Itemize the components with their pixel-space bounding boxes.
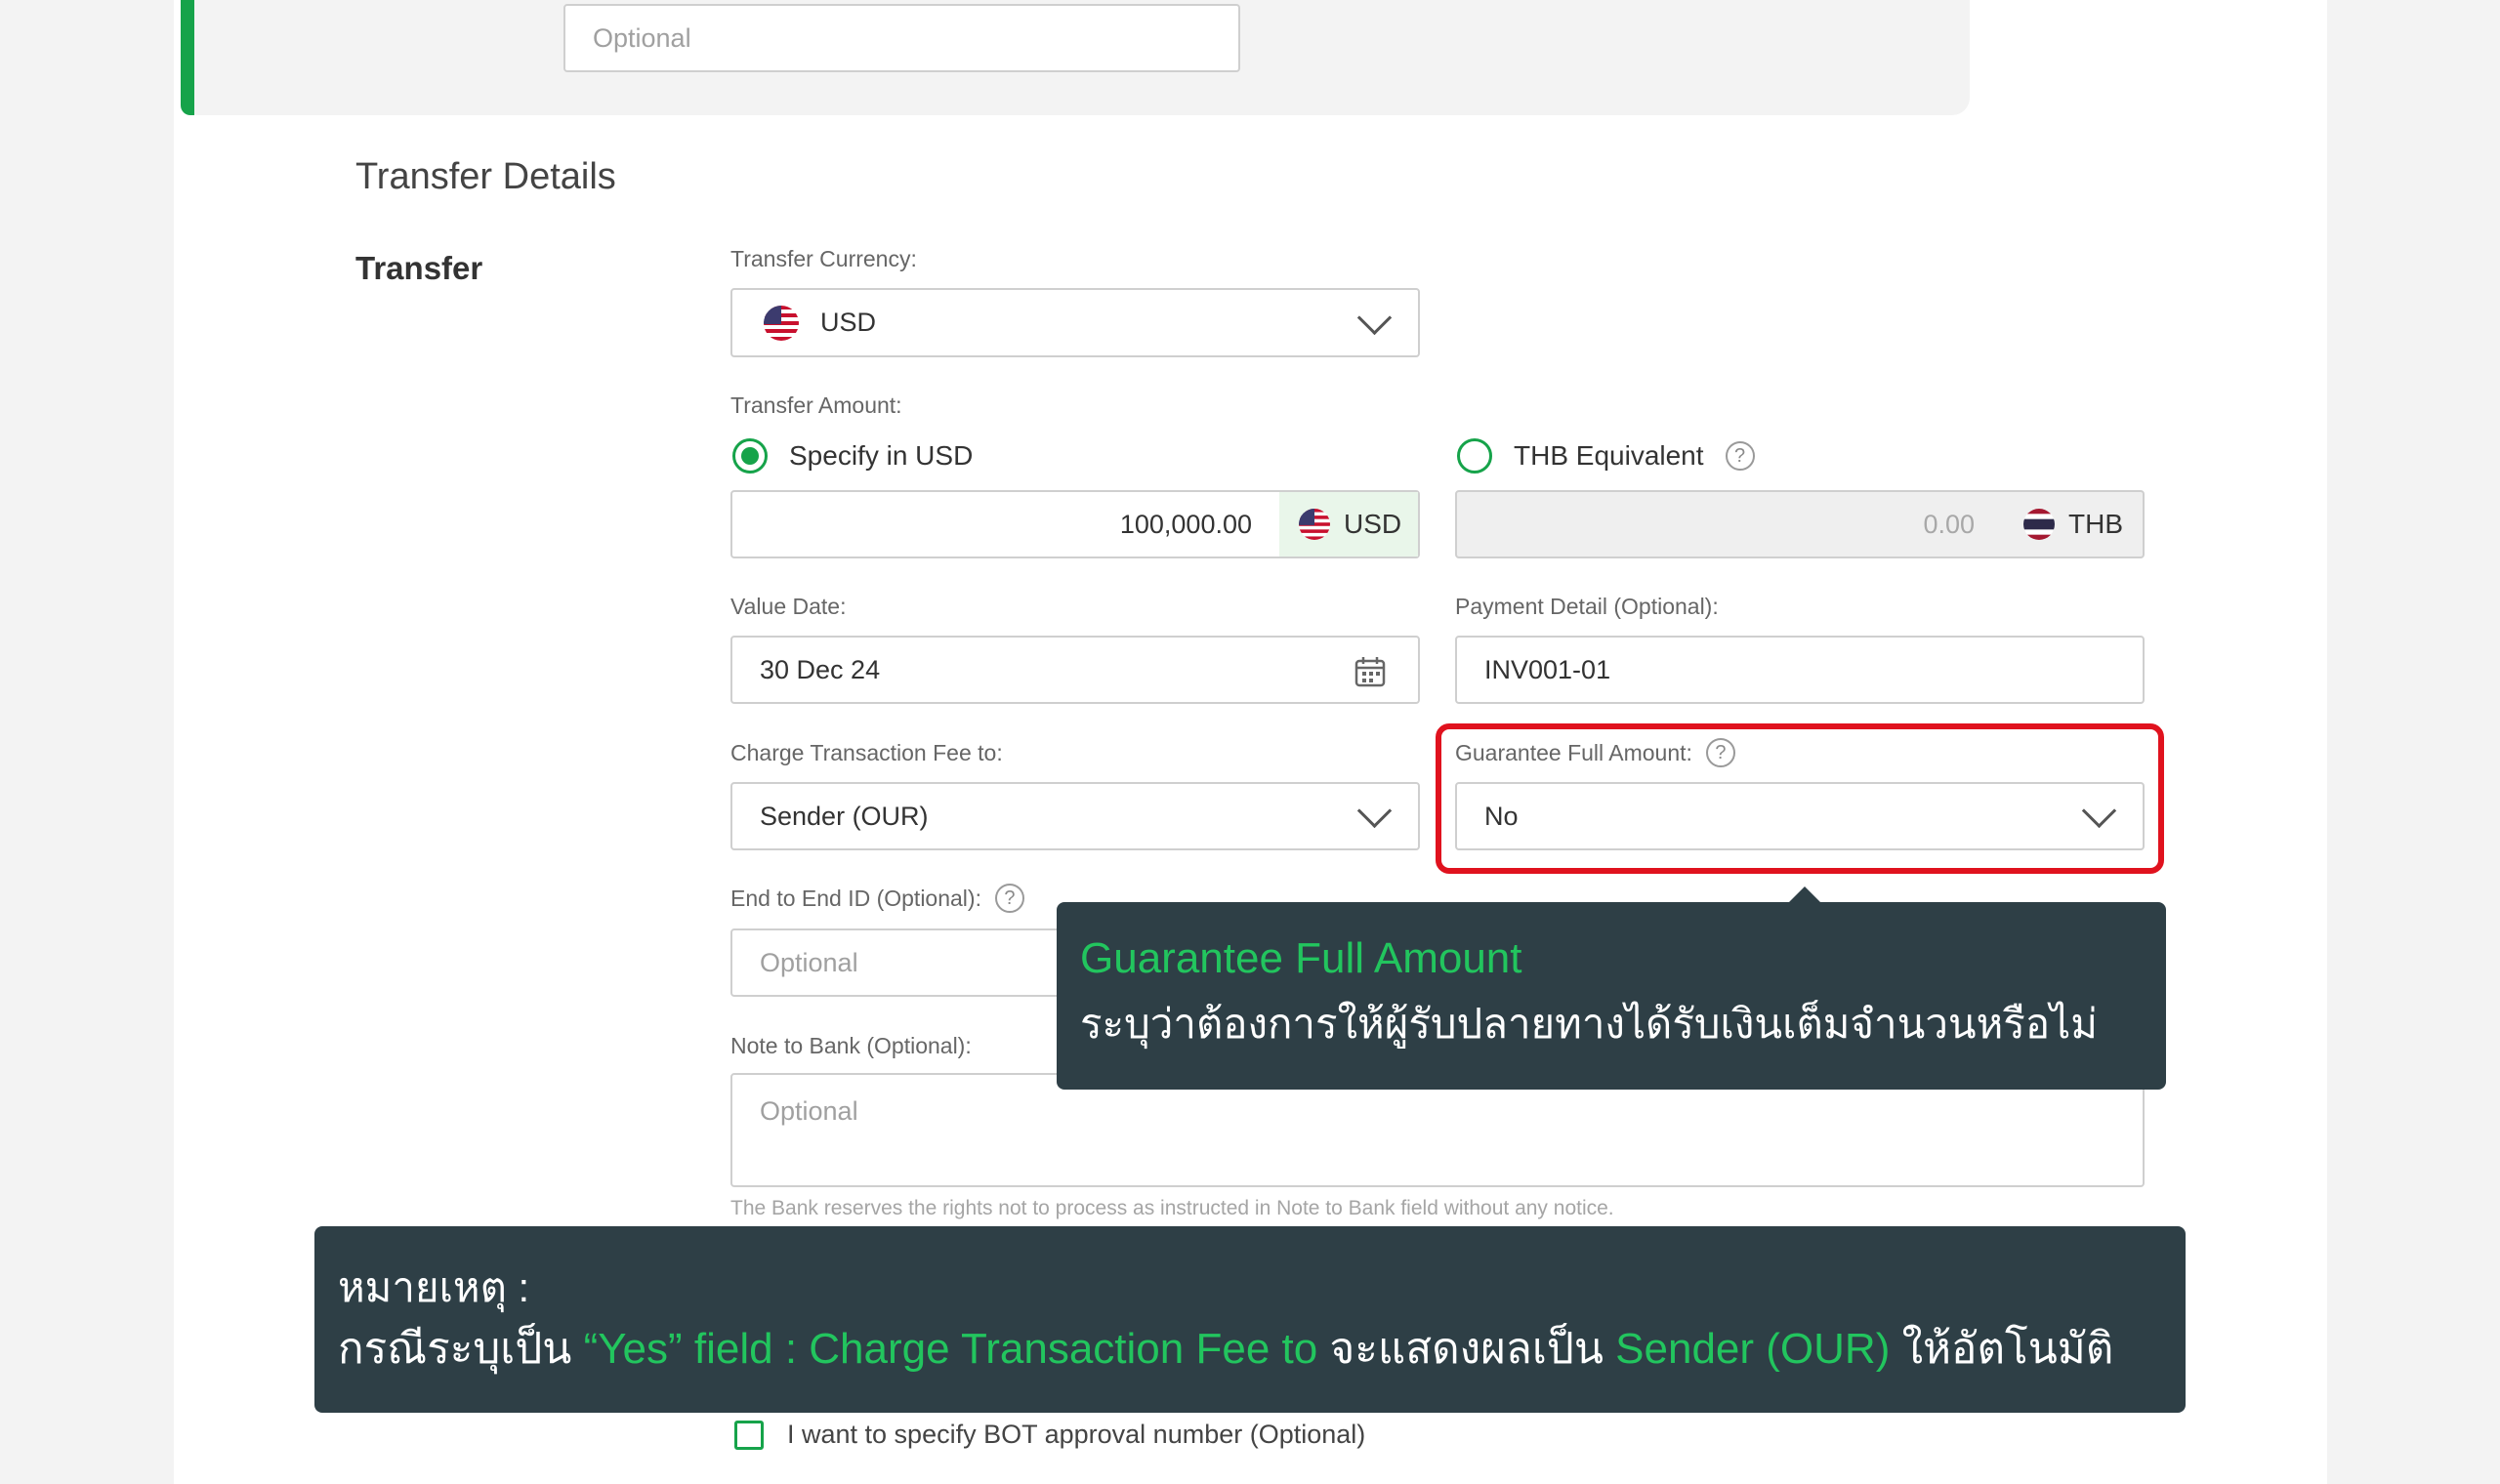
end-to-end-label-text: End to End ID (Optional): bbox=[730, 885, 981, 911]
calendar-icon[interactable] bbox=[1354, 655, 1387, 695]
th-flag-icon bbox=[2023, 509, 2055, 540]
note-to-bank-disclaimer: The Bank reserves the rights not to proc… bbox=[730, 1197, 1614, 1219]
transfer-amount-label-text: Transfer Amount: bbox=[730, 392, 902, 418]
chevron-down-icon bbox=[1356, 793, 1393, 829]
usd-amount-input[interactable]: 100,000.00 USD bbox=[730, 490, 1420, 558]
note-banner-line: กรณีระบุเป็น “Yes” field : Charge Transa… bbox=[338, 1315, 2162, 1383]
value-date-label: Value Date: bbox=[730, 594, 846, 620]
note-text-5: ให้อัตโนมัติ bbox=[1890, 1324, 2114, 1373]
thb-currency-addon: THB bbox=[2004, 492, 2143, 556]
charge-fee-select[interactable]: Sender (OUR) bbox=[730, 782, 1420, 850]
charge-fee-label-text: Charge Transaction Fee to: bbox=[730, 740, 1003, 765]
payment-detail-label: Payment Detail (Optional): bbox=[1455, 594, 1719, 620]
bot-approval-checkbox[interactable] bbox=[734, 1420, 764, 1450]
note-to-bank-label: Note to Bank (Optional): bbox=[730, 1033, 972, 1059]
note-text-3: จะแสดงผลเป็น bbox=[1317, 1324, 1616, 1373]
transfer-currency-value: USD bbox=[820, 308, 877, 337]
guarantee-tooltip: Guarantee Full Amount ระบุว่าต้องการให้ผ… bbox=[1057, 902, 2166, 1090]
help-icon[interactable]: ? bbox=[994, 884, 1024, 913]
end-to-end-label: End to End ID (Optional): ? bbox=[730, 884, 1024, 913]
transfer-currency-label: Transfer Currency: bbox=[730, 246, 917, 272]
radio-specify-usd-control[interactable] bbox=[732, 438, 768, 474]
radio-specify-usd-label: Specify in USD bbox=[789, 440, 974, 471]
transfer-currency-select[interactable]: USD bbox=[730, 288, 1420, 357]
payment-detail-input[interactable]: INV001-01 bbox=[1455, 636, 2145, 704]
note-to-bank-textarea[interactable]: Optional bbox=[730, 1073, 2145, 1187]
tooltip-title: Guarantee Full Amount bbox=[1080, 934, 1522, 982]
radio-thb-equivalent-control[interactable] bbox=[1457, 438, 1492, 474]
value-date-value: 30 Dec 24 bbox=[760, 654, 881, 684]
section-title: Transfer Details bbox=[355, 156, 616, 197]
radio-thb-equivalent[interactable]: THB Equivalent ? bbox=[1457, 438, 1755, 474]
value-date-input[interactable]: 30 Dec 24 bbox=[730, 636, 1420, 704]
note-text-yes-field: “Yes” field : Charge Transaction Fee to bbox=[583, 1324, 1318, 1373]
us-flag-icon bbox=[764, 305, 799, 341]
bot-approval-label: I want to specify BOT approval number (O… bbox=[787, 1420, 1366, 1449]
transfer-amount-label: Transfer Amount: bbox=[730, 392, 902, 419]
note-to-bank-placeholder: Optional bbox=[760, 1096, 858, 1126]
thb-currency-code: THB bbox=[2068, 509, 2123, 539]
help-icon[interactable]: ? bbox=[1725, 441, 1755, 471]
thb-amount-value: 0.00 bbox=[1923, 509, 1975, 539]
previous-optional-field[interactable]: Optional bbox=[563, 4, 1240, 72]
radio-selected-dot bbox=[741, 447, 759, 465]
tooltip-body: ระบุว่าต้องการให้ผู้รับปลายทางได้รับเงิน… bbox=[1080, 1000, 2098, 1047]
note-text-1: กรณีระบุเป็น bbox=[338, 1324, 584, 1373]
radio-specify-usd[interactable]: Specify in USD bbox=[732, 438, 973, 474]
subsection-title: Transfer bbox=[355, 250, 483, 286]
bot-approval-checkbox-row[interactable]: I want to specify BOT approval number (O… bbox=[734, 1420, 1365, 1450]
value-date-label-text: Value Date: bbox=[730, 594, 847, 619]
us-flag-icon bbox=[1299, 509, 1330, 540]
note-text-sender-our: Sender (OUR) bbox=[1615, 1324, 1891, 1373]
charge-fee-value: Sender (OUR) bbox=[760, 801, 929, 831]
payment-detail-value: INV001-01 bbox=[1484, 654, 1611, 684]
note-to-bank-label-text: Note to Bank (Optional): bbox=[730, 1033, 972, 1058]
chevron-down-icon bbox=[1356, 300, 1393, 335]
transfer-currency-label-text: Transfer Currency: bbox=[730, 246, 917, 271]
section-accent-bar bbox=[181, 0, 194, 115]
guarantee-highlight-box bbox=[1436, 723, 2164, 874]
note-banner-heading: หมายเหตุ : bbox=[338, 1264, 530, 1310]
note-banner: หมายเหตุ : กรณีระบุเป็น “Yes” field : Ch… bbox=[314, 1226, 2186, 1413]
thb-amount-input: 0.00 THB bbox=[1455, 490, 2145, 558]
previous-optional-placeholder: Optional bbox=[593, 22, 691, 53]
charge-fee-label: Charge Transaction Fee to: bbox=[730, 740, 1003, 766]
payment-detail-label-text: Payment Detail (Optional): bbox=[1455, 594, 1719, 619]
radio-thb-equivalent-label: THB Equivalent bbox=[1514, 440, 1704, 471]
usd-amount-value: 100,000.00 bbox=[1119, 509, 1252, 539]
usd-currency-code: USD bbox=[1344, 509, 1402, 539]
usd-currency-addon: USD bbox=[1279, 492, 1418, 556]
end-to-end-placeholder: Optional bbox=[760, 947, 858, 977]
